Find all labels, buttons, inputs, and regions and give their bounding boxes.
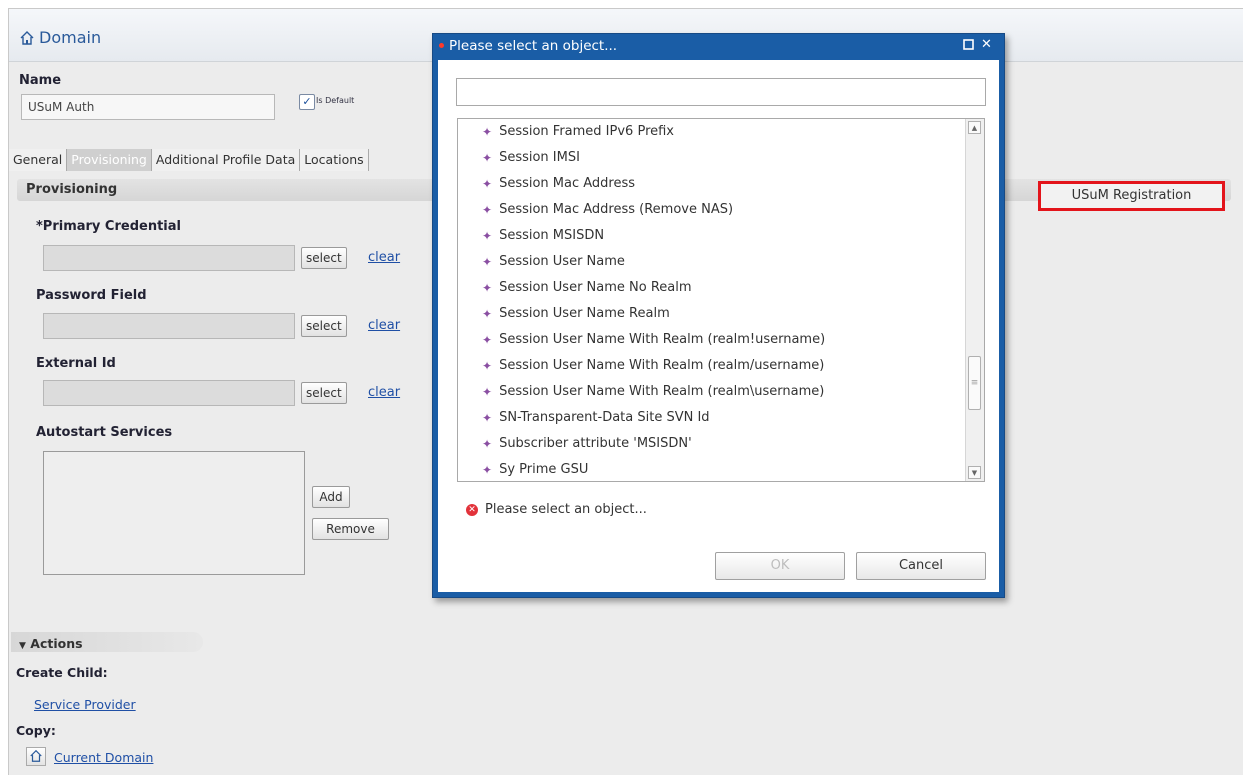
list-item[interactable]: ✦ Session MSISDN <box>482 223 604 249</box>
diamond-icon: ✦ <box>482 333 493 347</box>
diamond-icon: ✦ <box>482 411 493 425</box>
password-field-input <box>43 313 295 339</box>
list-item[interactable]: ✦ SN-Transparent-Data Site SVN Id <box>482 405 710 431</box>
current-domain-link[interactable]: Current Domain <box>54 750 153 765</box>
list-item-label: Session User Name With Realm (realm!user… <box>499 332 826 347</box>
list-item-label: Subscriber attribute 'MSISDN' <box>499 436 692 451</box>
list-item-label: Session User Name No Realm <box>499 280 692 295</box>
is-default-checkbox[interactable]: ✓ <box>299 94 315 110</box>
password-field-label: Password Field <box>36 288 147 303</box>
maximize-icon[interactable] <box>963 39 976 52</box>
password-field-clear-link[interactable]: clear <box>368 318 400 333</box>
cancel-button[interactable]: Cancel <box>856 552 986 580</box>
dialog-title: Please select an object... <box>449 38 618 54</box>
list-item[interactable]: ✦ Session User Name With Realm (realm\use… <box>482 379 824 405</box>
list-item[interactable]: ✦ Session User Name No Realm <box>482 275 692 301</box>
diamond-icon: ✦ <box>482 125 493 139</box>
list-item[interactable]: ✦ Session Mac Address <box>482 171 635 197</box>
diamond-icon: ✦ <box>482 307 493 321</box>
list-item-label: Session User Name With Realm (realm\user… <box>499 384 825 399</box>
provisioning-section-title: Provisioning <box>26 182 118 197</box>
password-field-select-button[interactable]: select <box>301 315 347 337</box>
external-id-clear-link[interactable]: clear <box>368 385 400 400</box>
diamond-icon: ✦ <box>482 463 493 477</box>
tab-additional-profile-data[interactable]: Additional Profile Data <box>151 149 301 171</box>
name-input[interactable] <box>21 94 275 120</box>
home-icon <box>29 749 43 767</box>
tab-bar: General Provisioning Additional Profile … <box>9 149 369 171</box>
select-object-dialog: Please select an object... ✕ ✦ Session Fr… <box>432 33 1005 598</box>
autostart-services-list[interactable] <box>43 451 305 575</box>
tab-general[interactable]: General <box>9 149 68 171</box>
list-scrollbar[interactable]: ▲ ≡ ▼ <box>965 119 984 481</box>
external-id-select-button[interactable]: select <box>301 382 347 404</box>
list-item-label: Session IMSI <box>499 150 580 165</box>
close-icon[interactable]: ✕ <box>981 37 994 52</box>
diamond-icon: ✦ <box>482 437 493 451</box>
name-label: Name <box>19 73 62 88</box>
list-item-label: SN-Transparent-Data Site SVN Id <box>499 410 710 425</box>
list-item-label: Session Mac Address (Remove NAS) <box>499 202 734 217</box>
primary-credential-clear-link[interactable]: clear <box>368 250 400 265</box>
dialog-body: ✦ Session Framed IPv6 Prefix ✦ Session IMS… <box>438 60 999 592</box>
diamond-icon: ✦ <box>482 359 493 373</box>
tab-provisioning[interactable]: Provisioning <box>67 149 152 171</box>
list-item-label: Session Mac Address <box>499 176 636 191</box>
list-item[interactable]: ✦ Session IMSI <box>482 145 580 171</box>
diamond-icon: ✦ <box>482 203 493 217</box>
list-item[interactable]: ✦ Subscriber attribute 'MSISDN' <box>482 431 692 457</box>
actions-title-text: Actions <box>30 636 83 651</box>
diamond-icon: ✦ <box>482 151 493 165</box>
external-id-field <box>43 380 295 406</box>
scroll-up-icon[interactable]: ▲ <box>968 121 981 134</box>
error-icon: ✕ <box>466 503 478 516</box>
actions-title[interactable]: ▼ Actions <box>19 636 83 651</box>
required-marker-icon <box>439 43 444 48</box>
scroll-down-icon[interactable]: ▼ <box>968 466 981 479</box>
service-provider-link[interactable]: Service Provider <box>34 697 136 712</box>
list-item-label: Session User Name <box>499 254 625 269</box>
list-item-label: Sy Prime GSU <box>499 462 589 477</box>
domain-editor: Domain Name ✓ Is Default General Provisi… <box>8 8 1243 775</box>
ok-button[interactable]: OK <box>715 552 845 580</box>
primary-credential-select-button[interactable]: select <box>301 247 347 269</box>
validation-message: ✕ Please select an object... <box>466 502 647 517</box>
primary-credential-label: *Primary Credential <box>36 219 181 234</box>
autostart-services-label: Autostart Services <box>36 425 173 440</box>
list-item-label: Session User Name With Realm (realm/user… <box>499 358 825 373</box>
external-id-label: External Id <box>36 356 116 371</box>
list-item[interactable]: ✦ Sy Prime GSU <box>482 457 589 481</box>
tab-locations[interactable]: Locations <box>300 149 369 171</box>
primary-credential-field <box>43 245 295 271</box>
list-item[interactable]: ✦ Session Framed IPv6 Prefix <box>482 119 674 145</box>
copy-label: Copy: <box>16 723 56 738</box>
list-item[interactable]: ✦ Session User Name With Realm (realm/use… <box>482 353 824 379</box>
collapse-arrow-icon: ▼ <box>19 641 26 651</box>
object-list[interactable]: ✦ Session Framed IPv6 Prefix ✦ Session IMS… <box>457 118 985 482</box>
create-child-label: Create Child: <box>16 665 108 680</box>
validation-text: Please select an object... <box>485 502 647 517</box>
list-item-label: Session Framed IPv6 Prefix <box>499 124 675 139</box>
page-title-text: Domain <box>39 28 102 47</box>
diamond-icon: ✦ <box>482 177 493 191</box>
add-button[interactable]: Add <box>312 486 350 508</box>
page-title: Domain <box>19 28 101 47</box>
list-item[interactable]: ✦ Session User Name <box>482 249 625 275</box>
list-item[interactable]: ✦ Session User Name With Realm (realm!use… <box>482 327 825 353</box>
list-item-label: Session User Name Realm <box>499 306 670 321</box>
list-item[interactable]: ✦ Session Mac Address (Remove NAS) <box>482 197 733 223</box>
object-search-input[interactable] <box>456 78 986 106</box>
list-item-label: Session MSISDN <box>499 228 605 243</box>
remove-button[interactable]: Remove <box>312 518 389 540</box>
home-icon <box>19 30 35 46</box>
scroll-thumb[interactable]: ≡ <box>968 356 981 410</box>
diamond-icon: ✦ <box>482 281 493 295</box>
is-default-label: Is Default <box>316 96 355 105</box>
diamond-icon: ✦ <box>482 229 493 243</box>
copy-domain-button[interactable] <box>26 747 46 766</box>
list-item[interactable]: ✦ Session User Name Realm <box>482 301 670 327</box>
diamond-icon: ✦ <box>482 255 493 269</box>
diamond-icon: ✦ <box>482 385 493 399</box>
usum-registration-button[interactable]: USuM Registration <box>1038 181 1225 211</box>
